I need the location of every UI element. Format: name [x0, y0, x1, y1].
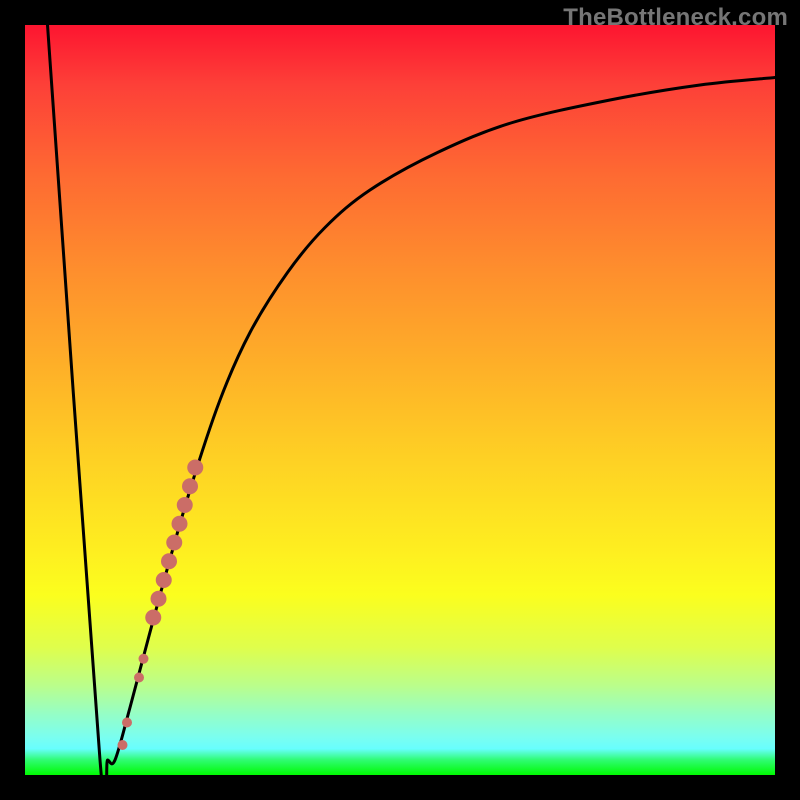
watermark-text: TheBottleneck.com [563, 4, 788, 32]
chart-frame: TheBottleneck.com [0, 0, 800, 800]
scatter-point [139, 654, 149, 664]
scatter-point [172, 516, 188, 532]
scatter-point [145, 610, 161, 626]
scatter-point [166, 535, 182, 551]
scatter-point [177, 497, 193, 513]
bottleneck-curve-path [48, 25, 776, 775]
scatter-point [151, 591, 167, 607]
scatter-point [134, 673, 144, 683]
scatter-point [118, 740, 128, 750]
scatter-point [156, 572, 172, 588]
scatter-point [161, 553, 177, 569]
chart-svg [25, 25, 775, 775]
scatter-point [182, 478, 198, 494]
scatter-point [187, 460, 203, 476]
plot-area [25, 25, 775, 775]
scatter-point [122, 718, 132, 728]
